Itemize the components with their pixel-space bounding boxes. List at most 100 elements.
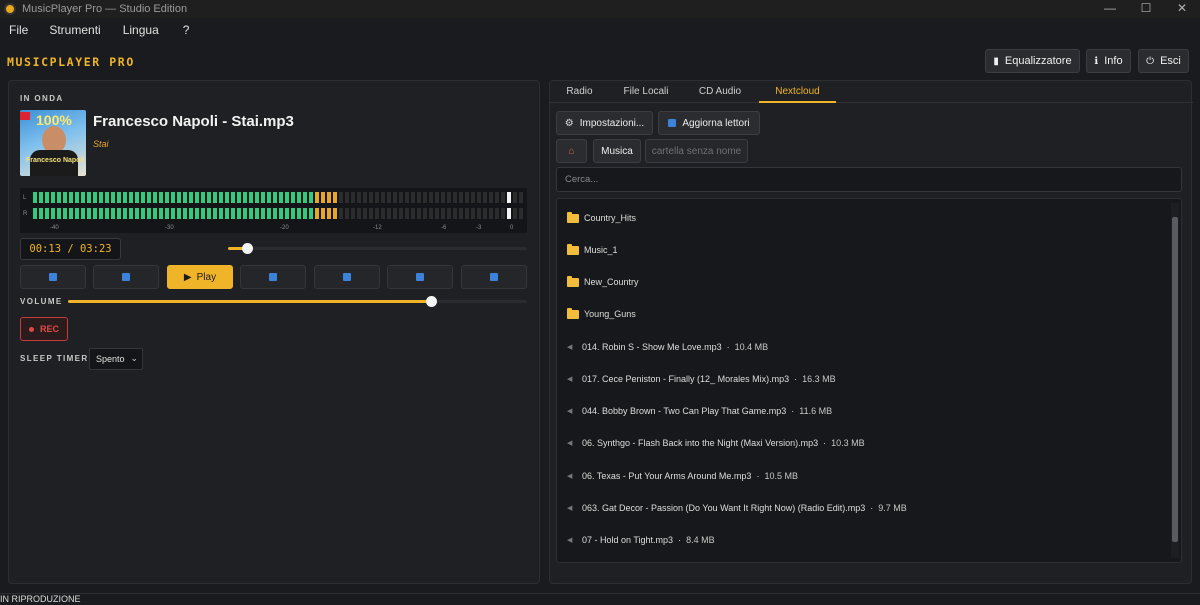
menu-file[interactable]: File <box>9 23 28 37</box>
next-button[interactable] <box>387 265 453 289</box>
play-button[interactable]: ▶ Play <box>167 265 233 289</box>
tab-nextcloud[interactable]: Nextcloud <box>759 81 836 103</box>
list-item-file[interactable]: ◀ 063. Gat Decor - Passion (Do You Want I… <box>567 500 907 516</box>
meter-segment <box>315 208 319 219</box>
minimize-icon[interactable]: — <box>1092 0 1128 18</box>
meter-segment <box>519 192 523 203</box>
list-item-folder[interactable]: Country_Hits <box>567 210 636 226</box>
search-input[interactable]: Cerca... <box>556 167 1182 192</box>
meter-segment <box>195 208 199 219</box>
meter-segment <box>489 192 493 203</box>
menu-tools[interactable]: Strumenti <box>49 23 100 37</box>
meter-segment <box>147 192 151 203</box>
scrollbar-thumb[interactable] <box>1172 217 1178 542</box>
repeat-button[interactable] <box>461 265 527 289</box>
meter-segment <box>387 208 391 219</box>
meter-segment <box>345 208 349 219</box>
file-size: 10.3 MB <box>831 438 865 448</box>
meter-scale: -40 -30 -20 -12 -6 -3 0 <box>20 225 527 233</box>
volume-handle[interactable] <box>425 296 437 307</box>
seek-handle[interactable] <box>242 243 254 254</box>
meter-segment <box>375 208 379 219</box>
meter-segment <box>369 192 373 203</box>
settings-label: Impostazioni... <box>579 117 645 129</box>
meter-segment <box>273 192 277 203</box>
meter-segment <box>453 192 457 203</box>
tab-cd-audio[interactable]: CD Audio <box>691 81 749 103</box>
audio-file-icon: ◀ <box>567 344 573 351</box>
meter-segment <box>333 208 337 219</box>
record-button[interactable]: REC <box>20 317 68 341</box>
meter-segment <box>309 208 313 219</box>
file-name: 044. Bobby Brown - Two Can Play That Gam… <box>582 406 787 416</box>
list-item-folder[interactable]: New_Country <box>567 274 639 290</box>
tab-radio[interactable]: Radio <box>556 81 603 103</box>
file-size: 16.3 MB <box>802 374 836 384</box>
breadcrumb-music[interactable]: Musica <box>593 139 641 163</box>
meter-segment <box>465 208 469 219</box>
equalizer-button[interactable]: ▮ Equalizzatore <box>985 49 1080 73</box>
settings-button[interactable]: ⚙ Impostazioni... <box>556 111 653 135</box>
maximize-icon[interactable]: ☐ <box>1128 0 1164 18</box>
home-icon: ⌂ <box>568 145 575 157</box>
folder-name: Young_Guns <box>584 309 636 319</box>
meter-segment <box>159 208 163 219</box>
list-item-file[interactable]: ◀ 07 - Hold on Tight.mp3 · 8.4 MB <box>567 532 715 548</box>
meter-segment <box>87 192 91 203</box>
meter-channel-right: R <box>23 211 28 217</box>
close-icon[interactable]: ✕ <box>1164 0 1200 18</box>
meter-segment <box>159 192 163 203</box>
meter-segment <box>411 208 415 219</box>
tab-local-files[interactable]: File Locali <box>618 81 674 103</box>
list-item-file[interactable]: ◀ 06. Texas - Put Your Arms Around Me.mp3… <box>567 468 798 484</box>
list-item-file[interactable]: ◀ 044. Bobby Brown - Two Can Play That Ga… <box>567 403 832 419</box>
meter-segment <box>195 192 199 203</box>
meter-segment <box>273 208 277 219</box>
sleep-timer-select[interactable]: Spento ⌄ <box>89 348 143 370</box>
source-tabs: Radio File Locali CD Audio Nextcloud <box>550 81 1193 103</box>
file-name: 06. Synthgo - Flash Back into the Night … <box>582 438 819 448</box>
shuffle-button[interactable] <box>20 265 86 289</box>
meter-segment <box>387 192 391 203</box>
list-item-file[interactable]: ◀ 014. Robin S - Show Me Love.mp3 · 10.4 MB <box>567 339 768 355</box>
meter-segment <box>333 192 337 203</box>
list-item-file[interactable]: ◀ 06. Synthgo - Flash Back into the Night… <box>567 435 865 451</box>
exit-button[interactable]: ⏻ Esci <box>1138 49 1189 73</box>
meter-segment <box>81 208 85 219</box>
meter-channel-left: L <box>23 195 27 201</box>
seek-slider[interactable] <box>228 243 527 254</box>
meter-tick: 0 <box>510 225 514 231</box>
meter-segment <box>147 208 151 219</box>
meter-segment <box>219 192 223 203</box>
meter-segment <box>405 208 409 219</box>
list-item-folder[interactable]: Music_1 <box>567 242 618 258</box>
volume-slider[interactable] <box>68 296 527 307</box>
player-panel: IN ONDA 100% Francesco Napoli Francesco … <box>8 80 540 584</box>
meter-segment <box>243 208 247 219</box>
list-item-file[interactable]: ◀ 017. Cece Peniston - Finally (12_ Moral… <box>567 371 836 387</box>
meter-segment <box>57 208 61 219</box>
previous-button[interactable] <box>93 265 159 289</box>
track-subtitle: Stai <box>93 139 109 149</box>
info-button[interactable]: ℹ Info <box>1086 49 1131 73</box>
refresh-players-button[interactable]: Aggiorna lettori <box>658 111 760 135</box>
stop-button[interactable] <box>314 265 380 289</box>
breadcrumb-current-folder: cartella senza nome <box>645 139 748 163</box>
meter-segment <box>261 208 265 219</box>
meter-segment <box>459 208 463 219</box>
file-list-scrollbar[interactable] <box>1171 203 1179 558</box>
cover-badge <box>20 112 30 120</box>
meter-segment <box>423 192 427 203</box>
menu-language[interactable]: Lingua <box>123 23 159 37</box>
pause-button[interactable] <box>240 265 306 289</box>
list-item-folder[interactable]: Young_Guns <box>567 306 636 322</box>
menu-help[interactable]: ? <box>183 23 190 37</box>
meter-segment <box>105 192 109 203</box>
meter-tick: -20 <box>280 225 289 231</box>
meter-segment <box>339 208 343 219</box>
meter-segment <box>135 192 139 203</box>
home-button[interactable]: ⌂ <box>556 139 587 163</box>
meter-segment <box>489 208 493 219</box>
meter-segment <box>39 192 43 203</box>
window-title: MusicPlayer Pro — Studio Edition <box>22 3 188 15</box>
